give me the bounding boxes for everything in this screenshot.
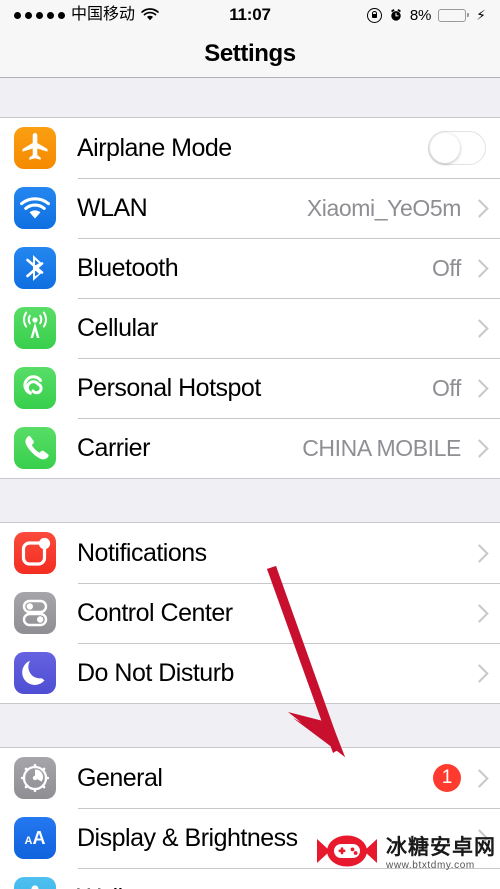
settings-row-accessory [470,318,500,338]
wifi-icon [14,187,56,229]
cellular-antenna-icon [14,307,56,349]
settings-row-accessory [428,131,500,165]
settings-row-label: Carrier [77,433,150,462]
settings-row-accessory [470,603,500,623]
site-watermark: 冰糖安卓网 www.btxtdmy.com [314,832,496,875]
svg-text:AA: AA [25,828,46,848]
settings-row-label: Wallpaper [77,884,185,889]
settings-row-control-center[interactable]: Control Center [0,583,500,643]
settings-row-value: Off [431,254,461,281]
chevron-right-icon [470,258,489,278]
watermark-site-name: 冰糖安卓网 [386,835,496,859]
battery-percentage-label: 8% [409,6,432,24]
settings-group: Notifications Control Center Do Not Distur… [0,522,500,704]
airplane-icon [14,127,56,169]
toggle-knob [430,133,460,163]
aa-text-size-icon: AA [14,817,56,859]
settings-row-label: Control Center [77,598,233,627]
lightning-bolt-icon: ⚡ [476,7,486,23]
candy-gamepad-logo-icon [314,832,380,875]
chevron-right-icon [470,543,489,563]
settings-list[interactable]: Airplane Mode WLAN Xiaomi_YeO5m Bluetooth Of… [0,78,500,889]
signal-strength-dots [14,11,65,19]
section-gap [0,78,500,117]
watermark-site-url: www.btxtdmy.com [386,859,475,871]
wifi-icon [141,8,159,22]
chevron-right-icon [470,768,489,788]
settings-row-value: Off [431,374,461,401]
settings-row-accessory: 1 [433,764,500,792]
settings-row-label: General [77,763,163,792]
settings-row-label: Notifications [77,538,207,567]
settings-row-value: Xiaomi_YeO5m [306,194,462,221]
settings-row-label: WLAN [77,193,148,222]
settings-row-general[interactable]: General 1 [0,748,500,808]
phone-handset-icon [14,427,56,469]
settings-group: Airplane Mode WLAN Xiaomi_YeO5m Bluetooth Of… [0,117,500,479]
crescent-moon-icon [14,652,56,694]
control-center-toggles-icon [14,592,56,634]
status-badge: 1 [433,764,461,792]
iphone-settings-screen: 中国移动 11:07 8% ⚡ Settings Airplane Mode W… [0,0,500,889]
watermark-text: 冰糖安卓网 www.btxtdmy.com [386,837,496,871]
page-title: Settings [204,39,296,67]
settings-row-label: Cellular [77,313,158,342]
settings-row-accessory: Xiaomi_YeO5m [307,195,500,222]
section-gap [0,479,500,522]
wallpaper-flower-icon [14,877,56,889]
gear-icon [14,757,56,799]
settings-row-accessory [470,543,500,563]
notification-banner-icon [14,532,56,574]
settings-row-label: Bluetooth [77,253,179,282]
settings-row-accessory: Off [432,375,500,402]
settings-row-accessory: Off [432,255,500,282]
settings-row-value: CHINA MOBILE [302,434,461,461]
rotation-lock-icon [366,7,382,23]
hotspot-link-icon [14,367,56,409]
chevron-right-icon [470,438,489,458]
alarm-clock-icon [389,8,403,22]
status-carrier-label: 中国移动 [71,6,136,23]
chevron-right-icon [470,378,489,398]
settings-row-label: Personal Hotspot [77,373,261,402]
settings-row-personal-hotspot[interactable]: Personal Hotspot Off [0,358,500,418]
settings-row-label: Display & Brightness [77,823,298,852]
settings-row-label: Airplane Mode [77,133,232,162]
chevron-right-icon [470,663,489,683]
battery-icon [438,8,470,22]
settings-row-wlan[interactable]: WLAN Xiaomi_YeO5m [0,178,500,238]
chevron-right-icon [470,603,489,623]
settings-row-accessory: CHINA MOBILE [302,435,500,462]
bluetooth-icon [14,247,56,289]
settings-row-accessory [470,663,500,683]
status-bar-left: 中国移动 [14,7,159,23]
settings-row-do-not-disturb[interactable]: Do Not Disturb [0,643,500,703]
section-gap [0,704,500,747]
settings-row-cellular[interactable]: Cellular [0,298,500,358]
settings-row-bluetooth[interactable]: Bluetooth Off [0,238,500,298]
status-bar-right: 8% ⚡ [366,6,486,24]
settings-row-label: Do Not Disturb [77,658,234,687]
settings-row-notifications[interactable]: Notifications [0,523,500,583]
airplane-mode-toggle[interactable] [428,131,486,165]
chevron-right-icon [470,198,489,218]
status-bar: 中国移动 11:07 8% ⚡ [0,0,500,30]
chevron-right-icon [470,318,489,338]
settings-row-airplane-mode[interactable]: Airplane Mode [0,118,500,178]
navigation-bar: Settings [0,30,500,78]
settings-row-carrier[interactable]: Carrier CHINA MOBILE [0,418,500,478]
